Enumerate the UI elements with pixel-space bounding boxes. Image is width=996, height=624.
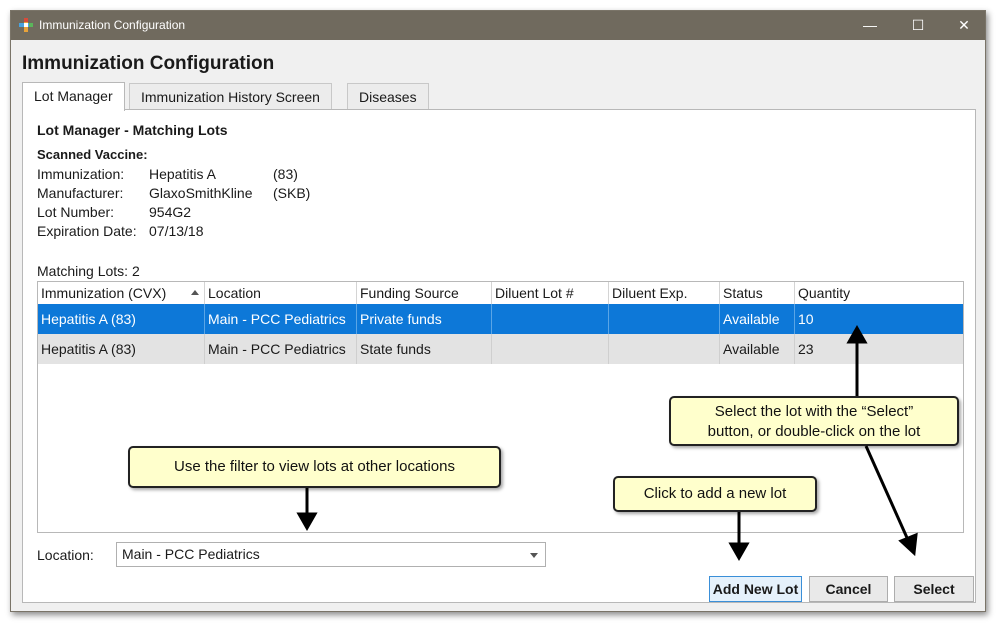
page-title: Immunization Configuration <box>22 53 275 74</box>
minimize-button[interactable]: — <box>847 11 893 40</box>
matching-lots-count: 2 <box>131 263 140 279</box>
select-hint-callout: Select the lot with the “Select” button,… <box>669 396 959 446</box>
title-bar[interactable]: Immunization Configuration — ☐ ✕ <box>11 11 985 40</box>
cell-immunization: Hepatitis A (83) <box>38 334 205 364</box>
add-new-lot-button[interactable]: Add New Lot <box>709 576 802 602</box>
immunization-config-window: Immunization Configuration — ☐ ✕ Immuniz… <box>10 10 986 612</box>
cell-location: Main - PCC Pediatrics <box>205 304 357 334</box>
column-header-funding-source[interactable]: Funding Source <box>357 282 492 304</box>
chevron-down-icon <box>530 553 538 558</box>
section-title: Lot Manager - Matching Lots <box>37 122 228 138</box>
column-header-quantity[interactable]: Quantity <box>795 282 963 304</box>
tab-diseases[interactable]: Diseases <box>347 83 429 109</box>
table-row[interactable]: Hepatitis A (83) Main - PCC Pediatrics S… <box>38 334 963 364</box>
location-filter-select[interactable]: Main - PCC Pediatrics <box>116 542 546 567</box>
immunization-value: Hepatitis A <box>149 166 216 182</box>
table-header: Immunization (CVX) Location Funding Sour… <box>38 282 963 305</box>
scanned-vaccine-title: Scanned Vaccine: <box>37 147 148 162</box>
cell-funding-source: State funds <box>357 334 492 364</box>
column-header-diluent-exp[interactable]: Diluent Exp. <box>609 282 720 304</box>
cell-diluent-exp <box>609 304 720 334</box>
select-hint-line-1: Select the lot with the “Select” <box>714 403 914 420</box>
manufacturer-value: GlaxoSmithKline <box>149 185 253 201</box>
cell-diluent-exp <box>609 334 720 364</box>
cell-diluent-lot <box>492 304 609 334</box>
cell-quantity: 10 <box>798 311 814 327</box>
column-header-location[interactable]: Location <box>205 282 357 304</box>
immunization-code: (83) <box>273 166 298 182</box>
select-button[interactable]: Select <box>894 576 974 602</box>
immunization-label: Immunization: <box>37 166 125 182</box>
lot-manager-panel: Lot Manager - Matching Lots Scanned Vacc… <box>22 109 976 603</box>
matching-lots-label: Matching Lots: <box>37 263 129 279</box>
manufacturer-label: Manufacturer: <box>37 185 124 201</box>
cell-status: Available <box>720 304 795 334</box>
cell-immunization: Hepatitis A (83) <box>38 304 205 334</box>
app-cross-icon <box>19 18 33 32</box>
cell-diluent-lot <box>492 334 609 364</box>
filter-hint-callout: Use the filter to view lots at other loc… <box>128 446 501 488</box>
tab-lot-manager[interactable]: Lot Manager <box>22 82 125 111</box>
column-header-status[interactable]: Status <box>720 282 795 304</box>
cell-location: Main - PCC Pediatrics <box>205 334 357 364</box>
maximize-button[interactable]: ☐ <box>895 11 941 40</box>
lot-number-value: 954G2 <box>149 204 192 220</box>
cell-status: Available <box>720 334 795 364</box>
sort-ascending-icon <box>191 290 199 295</box>
cell-quantity: 23 <box>798 341 814 357</box>
column-header-immunization[interactable]: Immunization (CVX) <box>38 282 205 304</box>
cancel-button[interactable]: Cancel <box>809 576 888 602</box>
tab-immunization-history-screen[interactable]: Immunization History Screen <box>129 83 332 109</box>
lot-number-label: Lot Number: <box>37 204 115 220</box>
expiration-date-value: 07/13/18 <box>149 223 204 239</box>
manufacturer-code: (SKB) <box>273 185 311 201</box>
close-button[interactable]: ✕ <box>941 11 987 40</box>
table-row[interactable]: Hepatitis A (83) Main - PCC Pediatrics P… <box>38 304 963 334</box>
select-hint-line-2: button, or double-click on the lot <box>707 423 921 440</box>
location-filter-label: Location: <box>37 547 94 563</box>
window-title: Immunization Configuration <box>39 18 186 32</box>
expiration-date-label: Expiration Date: <box>37 223 137 239</box>
add-lot-hint-callout: Click to add a new lot <box>613 476 817 512</box>
column-header-diluent-lot[interactable]: Diluent Lot # <box>492 282 609 304</box>
location-filter-value: Main - PCC Pediatrics <box>122 546 260 562</box>
cell-funding-source: Private funds <box>357 304 492 334</box>
matching-lots: Matching Lots: 2 <box>37 263 140 279</box>
